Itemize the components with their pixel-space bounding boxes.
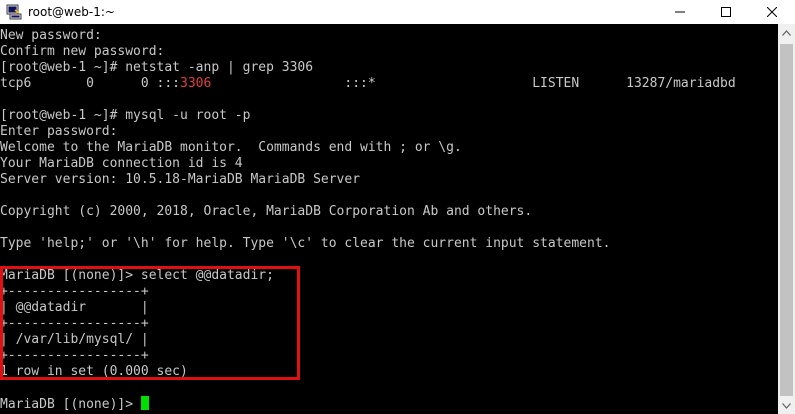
maximize-icon [721,7,731,17]
terminal-line: MariaDB [(none)]> select @@datadir; [0,268,274,283]
netstat-result-line: tcp6 0 0 :::3306 :::* LISTEN 13287/maria… [0,76,736,92]
terminal-line: +-----------------+ [0,316,149,331]
putty-terminal-icon[interactable] [6,4,22,20]
text-cursor [140,396,149,410]
terminal-line: Type 'help;' or '\h' for help. Type '\c'… [0,236,611,251]
terminal-line: Copyright (c) 2000, 2018, Oracle, MariaD… [0,204,533,219]
terminal-window: root@web-1:~ New password: Confirm new p… [0,0,795,414]
window-title: root@web-1:~ [28,5,115,19]
terminal-line: | /var/lib/mysql/ | [0,332,149,347]
prompt-text: MariaDB [(none)]> [0,397,141,412]
terminal-output[interactable]: New password: Confirm new password: [roo… [0,24,778,414]
vertical-scrollbar[interactable] [778,24,795,414]
terminal-line: [root@web-1 ~]# mysql -u root -p [0,108,251,123]
terminal-line: 1 row in set (0.000 sec) [0,364,188,379]
terminal-line: Your MariaDB connection id is 4 [0,156,243,171]
terminal-line: +-----------------+ [0,348,149,363]
prompt-line[interactable]: MariaDB [(none)]> [0,396,149,412]
close-button[interactable] [749,0,795,24]
title-bar[interactable]: root@web-1:~ [0,0,795,24]
netstat-suffix: :::* LISTEN 13287/mariadbd [211,76,736,91]
netstat-prefix: tcp6 0 0 ::: [0,76,181,91]
minimize-icon [675,11,685,13]
terminal-line: New password: [0,28,102,43]
terminal-line: Server version: 10.5.18-MariaDB MariaDB … [0,172,361,187]
terminal-line: | @@datadir | [0,300,149,315]
scroll-down-button[interactable] [778,397,795,414]
minimize-button[interactable] [657,0,703,24]
terminal-line: +-----------------+ [0,284,149,299]
chevron-down-icon [782,402,791,409]
terminal-line: Enter password: [0,124,118,139]
terminal-line: [root@web-1 ~]# netstat -anp | grep 3306 [0,60,314,75]
maximize-button[interactable] [703,0,749,24]
scroll-up-button[interactable] [778,24,795,41]
close-icon [767,7,777,17]
netstat-port: 3306 [180,76,212,91]
scroll-thumb[interactable] [780,44,793,396]
terminal-line: Confirm new password: [0,44,165,59]
terminal-line: Welcome to the MariaDB monitor. Commands… [0,140,462,155]
chevron-up-icon [782,29,791,36]
